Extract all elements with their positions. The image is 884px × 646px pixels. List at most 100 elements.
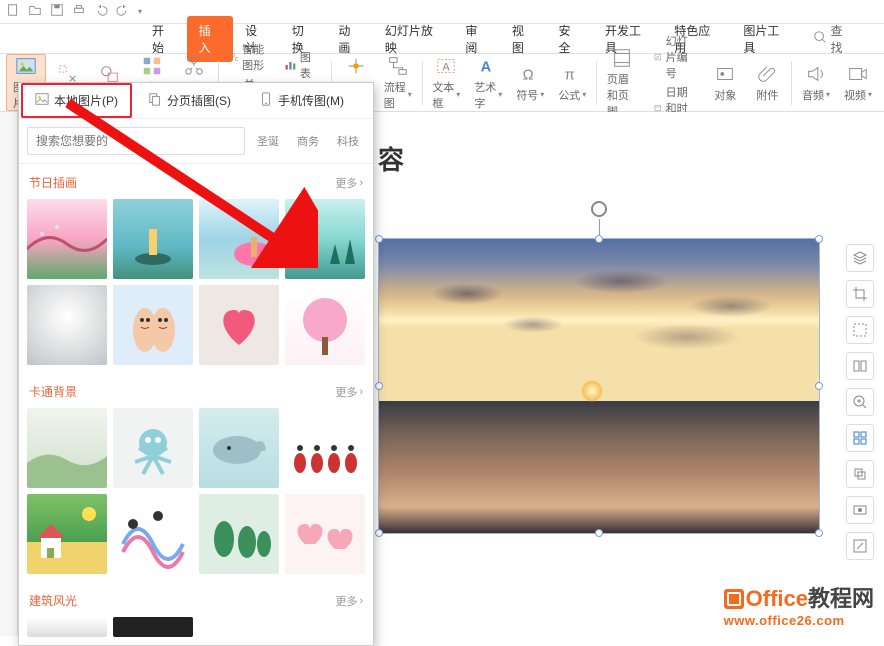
tool-zoom[interactable] bbox=[846, 388, 874, 416]
svg-text:Ω: Ω bbox=[523, 67, 534, 83]
tool-flip[interactable] bbox=[846, 352, 874, 380]
picture-thumb[interactable] bbox=[199, 285, 279, 365]
qat-print-icon[interactable] bbox=[72, 3, 86, 20]
search-icon bbox=[813, 30, 827, 47]
image-clouds bbox=[379, 257, 819, 380]
picture-thumb[interactable] bbox=[199, 199, 279, 279]
tool-reset[interactable] bbox=[846, 316, 874, 344]
equation-icon: π bbox=[561, 63, 583, 85]
picture-thumb[interactable] bbox=[113, 408, 193, 488]
ribbon-symbol-button[interactable]: Ω 符号▾ bbox=[510, 54, 550, 111]
tool-contrast[interactable] bbox=[846, 496, 874, 524]
picture-thumb[interactable] bbox=[27, 199, 107, 279]
dropdown-local-picture[interactable]: 本地图片(P) bbox=[21, 83, 132, 118]
picture-thumb[interactable] bbox=[27, 408, 107, 488]
ribbon-equation-label: 公式 bbox=[558, 87, 580, 103]
chip-tech[interactable]: 科技 bbox=[331, 131, 365, 151]
picture-thumb[interactable] bbox=[113, 199, 193, 279]
right-tool-strip bbox=[846, 244, 874, 560]
tool-edit[interactable] bbox=[846, 532, 874, 560]
ribbon-wordart-button[interactable]: A 艺术字▾ bbox=[468, 54, 508, 111]
picture-thumb[interactable] bbox=[285, 408, 365, 488]
audio-icon bbox=[805, 63, 827, 85]
chip-business[interactable]: 商务 bbox=[291, 131, 325, 151]
picture-thumb[interactable] bbox=[27, 494, 107, 574]
svg-text:π: π bbox=[565, 67, 575, 83]
ribbon-slideno-button[interactable]: # 幻灯片编号 bbox=[654, 33, 695, 81]
resize-handle-n[interactable] bbox=[595, 235, 603, 243]
category-architecture-more[interactable]: 更多 › bbox=[335, 593, 363, 609]
picture-icon bbox=[15, 55, 37, 77]
separator bbox=[791, 61, 792, 105]
resize-handle-s[interactable] bbox=[595, 529, 603, 537]
category-festival: 节日插画 更多 › bbox=[19, 164, 373, 195]
resize-handle-se[interactable] bbox=[815, 529, 823, 537]
picture-thumb[interactable] bbox=[113, 494, 193, 574]
category-cartoon: 卡通背景 更多 › bbox=[19, 373, 373, 404]
resize-handle-ne[interactable] bbox=[815, 235, 823, 243]
ribbon-video-button[interactable]: 视频▾ bbox=[838, 54, 878, 111]
slide-canvas[interactable]: 容 bbox=[374, 112, 884, 636]
svg-text:#: # bbox=[656, 55, 659, 60]
selected-image[interactable] bbox=[378, 238, 820, 534]
category-architecture-grid bbox=[19, 613, 373, 645]
resize-handle-nw[interactable] bbox=[375, 235, 383, 243]
ribbon-video-label: 视频 bbox=[844, 87, 866, 103]
picture-search-input[interactable] bbox=[27, 127, 245, 155]
picture-thumb[interactable] bbox=[285, 285, 365, 365]
ribbon-headerfooter-button[interactable]: 页眉和页脚 bbox=[601, 54, 644, 111]
picture-thumb[interactable] bbox=[27, 285, 107, 365]
ribbon-flow-button[interactable]: 流程图▾ bbox=[378, 54, 418, 111]
ribbon-textbox-button[interactable]: A 文本框▾ bbox=[426, 54, 466, 111]
ribbon-flow-label: 流程图 bbox=[384, 79, 406, 111]
qat-open-icon[interactable] bbox=[28, 3, 42, 20]
watermark: Office教程网 www.office26.com bbox=[724, 581, 874, 628]
ribbon-tabs: 开始 插入 设计 切换 动画 幻灯片放映 审阅 视图 安全 开发工具 特色应用 … bbox=[0, 24, 884, 54]
ribbon-smartart-button[interactable]: 智能图形 bbox=[231, 41, 266, 73]
dropdown-paged-picture[interactable]: 分页插图(S) bbox=[134, 83, 245, 118]
ribbon-textbox-label: 文本框 bbox=[432, 79, 454, 111]
ribbon-wordart-label: 艺术字 bbox=[474, 79, 496, 111]
separator bbox=[596, 61, 597, 105]
resize-handle-e[interactable] bbox=[815, 382, 823, 390]
dropdown-phone-picture[interactable]: 手机传图(M) bbox=[245, 83, 358, 118]
picture-thumb[interactable] bbox=[285, 199, 365, 279]
ribbon-object-button[interactable]: 对象 bbox=[705, 54, 745, 111]
tool-layers[interactable] bbox=[846, 244, 874, 272]
tool-arrange[interactable] bbox=[846, 424, 874, 452]
ribbon-chart-label: 图表 bbox=[300, 49, 319, 81]
qat-new-icon[interactable] bbox=[6, 3, 20, 20]
qat-redo-icon[interactable] bbox=[116, 3, 130, 20]
picture-thumb[interactable] bbox=[113, 285, 193, 365]
flow-icon bbox=[387, 55, 409, 77]
resize-handle-w[interactable] bbox=[375, 382, 383, 390]
category-cartoon-more[interactable]: 更多 › bbox=[335, 384, 363, 400]
picture-thumb[interactable] bbox=[285, 494, 365, 574]
resize-handle-sw[interactable] bbox=[375, 529, 383, 537]
ribbon-chart-button[interactable]: 图表 bbox=[284, 49, 319, 81]
category-architecture-title: 建筑风光 bbox=[29, 592, 77, 609]
qat-save-icon[interactable] bbox=[50, 3, 64, 20]
rotate-handle[interactable] bbox=[591, 201, 607, 217]
tool-crop[interactable] bbox=[846, 280, 874, 308]
ribbon-slideno-label: 幻灯片编号 bbox=[666, 33, 696, 81]
picture-thumb[interactable] bbox=[113, 617, 193, 637]
picture-thumb[interactable] bbox=[199, 494, 279, 574]
object-icon bbox=[714, 63, 736, 85]
dropdown-local-picture-label: 本地图片(P) bbox=[54, 92, 118, 109]
qat-undo-icon[interactable] bbox=[94, 3, 108, 20]
pages-icon bbox=[148, 92, 162, 109]
tool-group[interactable] bbox=[846, 460, 874, 488]
ribbon-attach-button[interactable]: 附件 bbox=[747, 54, 787, 111]
picture-thumb[interactable] bbox=[27, 617, 107, 637]
picture-icon bbox=[35, 92, 49, 109]
slide-thumbnails-strip[interactable] bbox=[0, 112, 18, 636]
textbox-icon: A bbox=[435, 55, 457, 77]
video-icon bbox=[847, 63, 869, 85]
picture-thumb[interactable] bbox=[199, 408, 279, 488]
ribbon-audio-label: 音频 bbox=[802, 87, 824, 103]
ribbon-equation-button[interactable]: π 公式▾ bbox=[552, 54, 592, 111]
ribbon-audio-button[interactable]: 音频▾ bbox=[796, 54, 836, 111]
chip-christmas[interactable]: 圣诞 bbox=[251, 131, 285, 151]
category-festival-more[interactable]: 更多 › bbox=[335, 175, 363, 191]
